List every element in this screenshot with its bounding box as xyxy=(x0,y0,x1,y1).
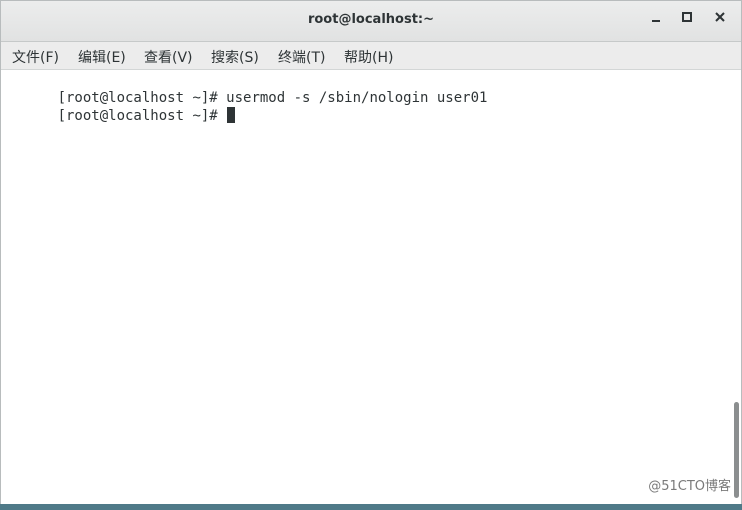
menu-terminal[interactable]: 终端(T) xyxy=(278,47,325,67)
maximize-icon xyxy=(682,12,692,22)
terminal-prompt: [root@localhost ~]# xyxy=(57,108,227,124)
close-button[interactable] xyxy=(710,11,730,31)
terminal-line: [root@localhost ~]# xyxy=(7,89,236,143)
watermark: @51CTO博客 xyxy=(648,479,731,494)
menu-bar: 文件(F) 编辑(E) 查看(V) 搜索(S) 终端(T) 帮助(H) xyxy=(1,42,741,70)
window-title: root@localhost:~ xyxy=(307,12,435,27)
terminal-window: root@localhost:~ 文件(F) 编辑(E) 查看(V) 搜索(S)… xyxy=(0,0,742,504)
menu-edit[interactable]: 编辑(E) xyxy=(78,47,126,67)
terminal-area[interactable]: [root@localhost ~]# usermod -s /sbin/nol… xyxy=(1,70,741,504)
menu-help[interactable]: 帮助(H) xyxy=(344,47,393,67)
desktop-background xyxy=(0,504,742,510)
minimize-icon xyxy=(652,20,660,22)
title-bar[interactable]: root@localhost:~ xyxy=(1,1,741,42)
menu-view[interactable]: 查看(V) xyxy=(144,47,193,67)
maximize-button[interactable] xyxy=(677,11,697,31)
text-cursor xyxy=(227,107,236,123)
menu-file[interactable]: 文件(F) xyxy=(12,47,59,67)
menu-search[interactable]: 搜索(S) xyxy=(211,47,259,67)
close-icon xyxy=(715,12,725,22)
minimize-button[interactable] xyxy=(646,11,666,31)
scrollbar-thumb[interactable] xyxy=(734,402,739,498)
